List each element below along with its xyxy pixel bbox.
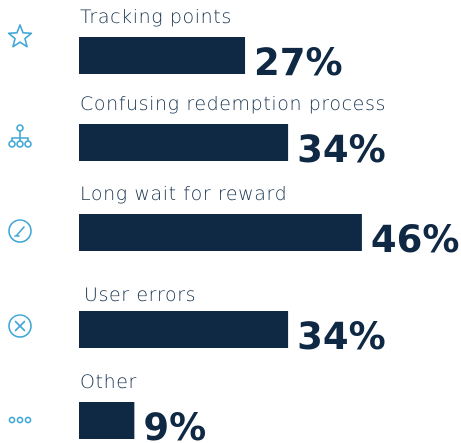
bar bbox=[79, 402, 135, 439]
ellipsis-icon bbox=[8, 416, 32, 424]
x-circle-icon bbox=[8, 314, 32, 338]
category-label: Long wait for reward bbox=[80, 183, 287, 205]
sitemap-icon bbox=[8, 124, 32, 148]
category-label: Other bbox=[80, 371, 137, 393]
bar bbox=[79, 214, 362, 251]
bar bbox=[79, 124, 289, 161]
value-label: 34% bbox=[297, 315, 386, 358]
value-label: 9% bbox=[143, 406, 206, 443]
star-icon bbox=[7, 24, 33, 48]
bar bbox=[79, 311, 289, 348]
category-label: User errors bbox=[84, 284, 196, 306]
bar-chart: Tracking points 27% Confusing redemption p… bbox=[7, 6, 460, 443]
category-label: Confusing redemption process bbox=[80, 93, 386, 115]
bar bbox=[79, 37, 246, 74]
value-label: 34% bbox=[297, 128, 386, 171]
value-label: 46% bbox=[371, 218, 460, 261]
gauge-icon bbox=[8, 219, 32, 243]
category-label: Tracking points bbox=[80, 6, 232, 28]
value-label: 27% bbox=[254, 41, 343, 84]
